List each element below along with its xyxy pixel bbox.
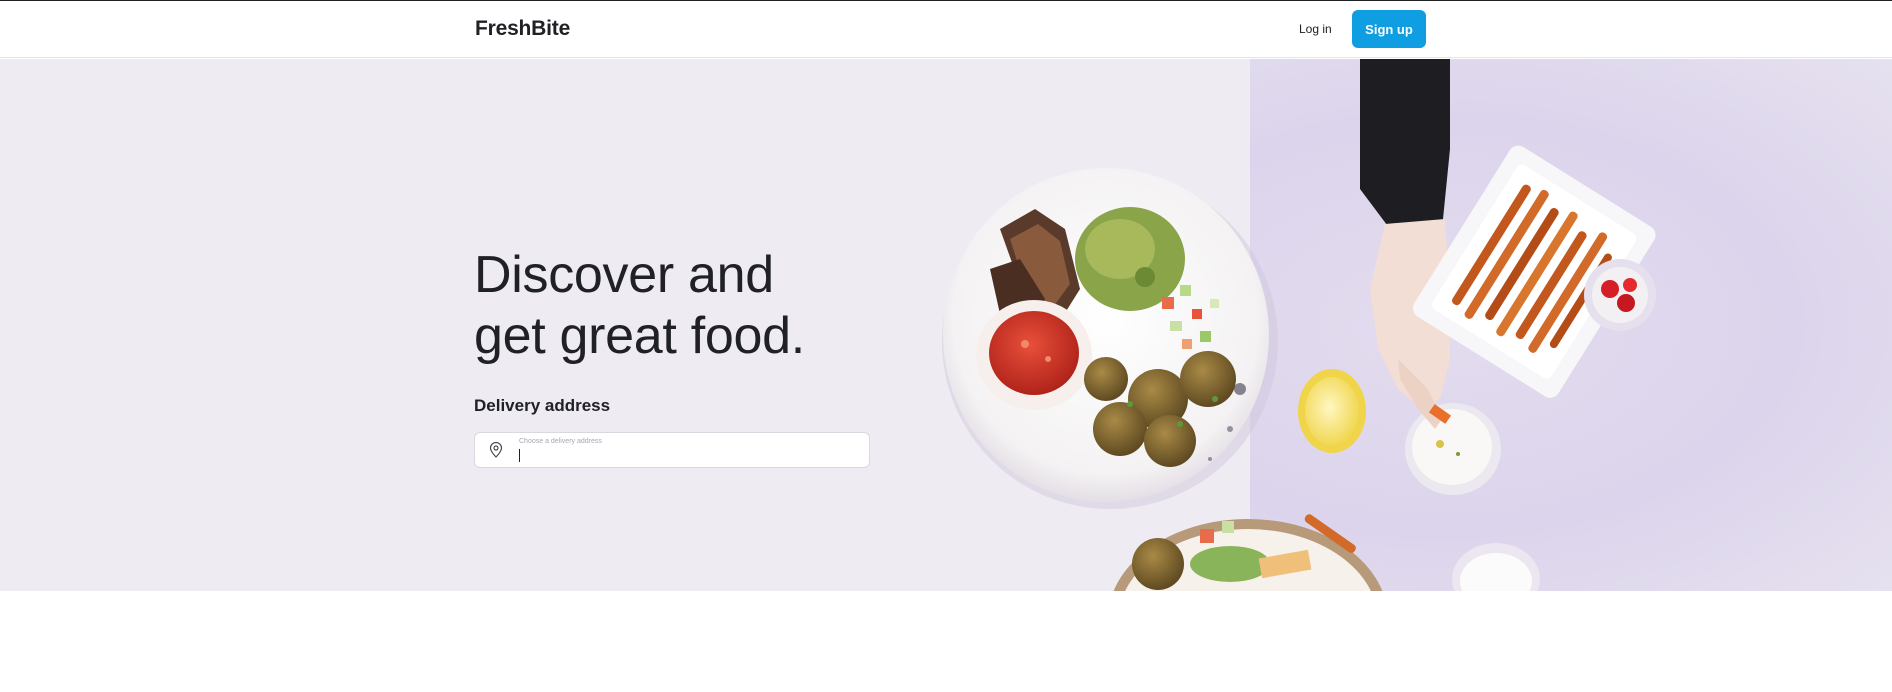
delivery-address-label: Delivery address: [474, 396, 611, 415]
brand-logo[interactable]: FreshBite: [475, 17, 570, 41]
hero-title: Discover and get great food.: [474, 245, 894, 367]
hero-title-line-1: Discover and: [474, 246, 774, 304]
hero-food-image: [942, 59, 1656, 591]
delivery-address-field[interactable]: Choose a delivery address: [474, 432, 870, 468]
hero-section: Discover and get great food. Delivery ad…: [0, 59, 1892, 591]
address-input[interactable]: [517, 447, 857, 465]
login-link[interactable]: Log in: [1299, 22, 1332, 36]
location-pin-icon: [489, 442, 503, 458]
hero-title-line-2: get great food.: [474, 307, 805, 365]
text-caret: [519, 449, 520, 462]
address-floating-placeholder: Choose a delivery address: [519, 438, 602, 445]
site-header: FreshBite Log in Sign up: [0, 1, 1892, 58]
signup-button[interactable]: Sign up: [1352, 10, 1426, 48]
